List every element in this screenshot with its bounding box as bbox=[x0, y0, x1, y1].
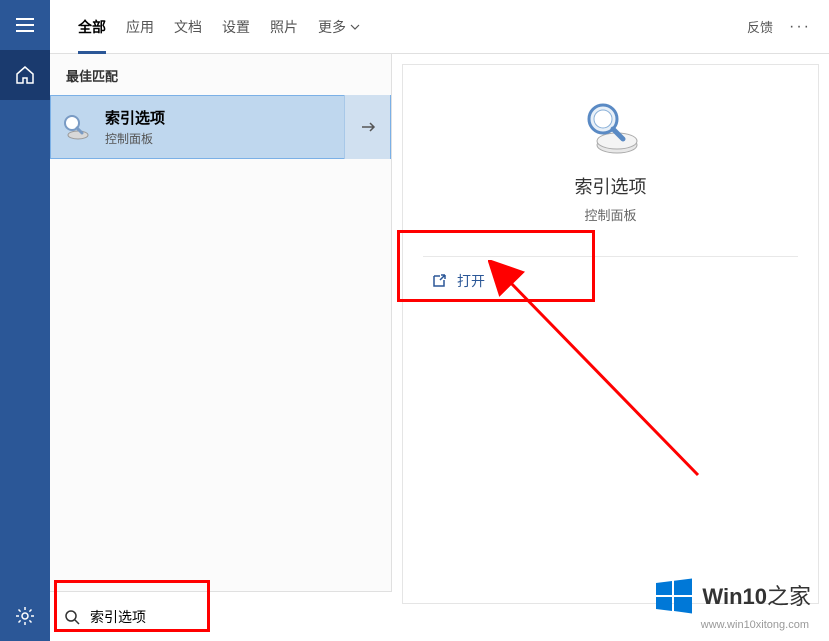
preview-subtitle: 控制面板 bbox=[584, 205, 636, 224]
open-icon bbox=[431, 273, 447, 289]
watermark: Win10之家 bbox=[654, 575, 811, 615]
hamburger-icon bbox=[16, 18, 34, 32]
home-icon bbox=[15, 65, 35, 85]
watermark-brand-suffix: 之家 bbox=[767, 584, 811, 609]
indexing-options-icon bbox=[51, 111, 101, 143]
home-button[interactable] bbox=[0, 50, 50, 100]
results-panel: 最佳匹配 索引选项 控制面板 bbox=[50, 54, 392, 641]
preview-title: 索引选项 bbox=[575, 173, 647, 199]
left-rail bbox=[0, 0, 50, 641]
tab-more-label: 更多 bbox=[318, 17, 346, 37]
tab-apps[interactable]: 应用 bbox=[116, 0, 164, 54]
feedback-link[interactable]: 反馈 bbox=[747, 17, 773, 36]
search-icon bbox=[64, 609, 80, 625]
header: 全部 应用 文档 设置 照片 更多 反馈 ··· bbox=[50, 0, 829, 54]
preview-card: 索引选项 控制面板 打开 bbox=[402, 64, 819, 604]
windows-logo-icon bbox=[654, 575, 694, 615]
menu-button[interactable] bbox=[0, 0, 50, 50]
watermark-url: www.win10xitong.com bbox=[701, 619, 809, 631]
open-action[interactable]: 打开 bbox=[423, 256, 798, 305]
settings-button[interactable] bbox=[0, 591, 50, 641]
more-options-button[interactable]: ··· bbox=[789, 18, 811, 36]
tab-all[interactable]: 全部 bbox=[68, 0, 116, 54]
result-text: 索引选项 控制面板 bbox=[101, 107, 344, 147]
search-input[interactable] bbox=[90, 609, 378, 625]
result-item-indexing-options[interactable]: 索引选项 控制面板 bbox=[50, 95, 391, 159]
watermark-brand-prefix: Win10 bbox=[702, 584, 767, 609]
open-label: 打开 bbox=[457, 271, 485, 291]
indexing-options-large-icon bbox=[579, 95, 643, 159]
result-arrow-button[interactable] bbox=[344, 95, 390, 159]
tab-settings[interactable]: 设置 bbox=[212, 0, 260, 54]
result-subtitle: 控制面板 bbox=[105, 130, 344, 147]
best-match-header: 最佳匹配 bbox=[50, 54, 391, 95]
gear-icon bbox=[15, 606, 35, 626]
tab-more[interactable]: 更多 bbox=[308, 0, 370, 54]
chevron-down-icon bbox=[350, 24, 360, 30]
tab-photos[interactable]: 照片 bbox=[260, 0, 308, 54]
tab-docs[interactable]: 文档 bbox=[164, 0, 212, 54]
arrow-right-icon bbox=[360, 121, 376, 133]
search-bar bbox=[50, 591, 392, 641]
preview-panel: 索引选项 控制面板 打开 bbox=[392, 54, 829, 641]
result-title: 索引选项 bbox=[105, 107, 344, 128]
